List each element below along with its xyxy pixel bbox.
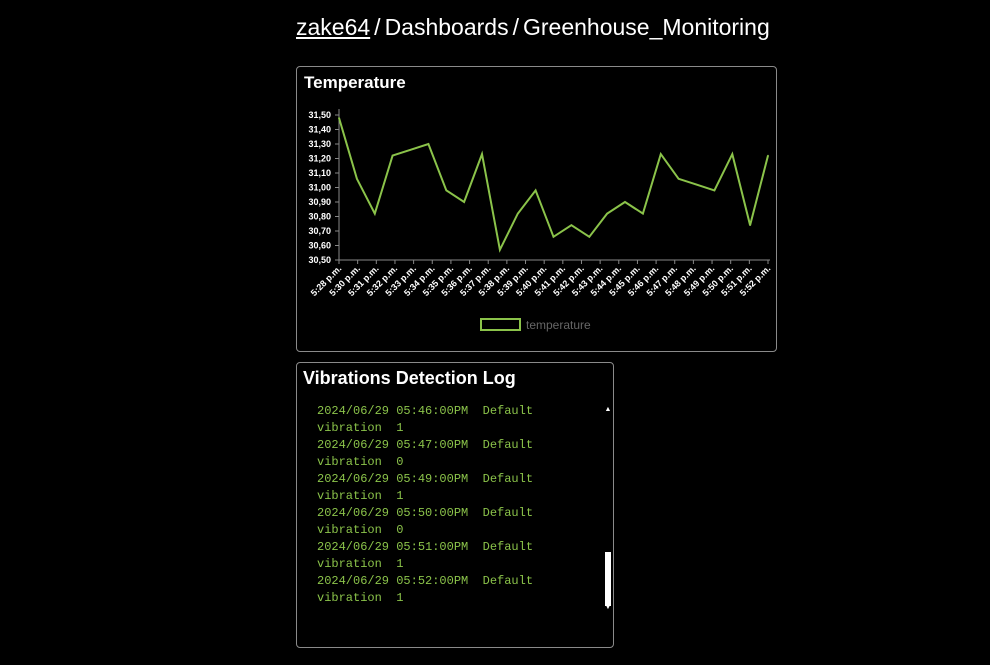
- log-line: vibration 0: [317, 523, 404, 537]
- breadcrumb: zake64/Dashboards / Greenhouse_Monitoring: [296, 12, 770, 42]
- breadcrumb-separator: /: [374, 14, 381, 40]
- log-line: 2024/06/29 05:51:00PM Default: [317, 540, 534, 554]
- data-point: [445, 189, 448, 192]
- y-tick-label: 31,00: [308, 183, 331, 193]
- data-point: [570, 224, 573, 226]
- vibration-log-panel: Vibrations Detection Log vibration 1 2024…: [296, 362, 614, 648]
- y-tick-label: 30,90: [308, 197, 331, 207]
- temperature-panel-title: Temperature: [304, 73, 406, 92]
- log-line: vibration 0: [317, 455, 404, 469]
- data-point: [481, 153, 483, 155]
- log-line: vibration 1: [317, 421, 404, 435]
- vibration-log[interactable]: vibration 1 2024/06/29 05:46:00PM Default…: [317, 397, 601, 617]
- y-tick-label: 31,50: [308, 110, 331, 120]
- scroll-thumb[interactable]: [605, 552, 611, 606]
- y-tick-label: 31,30: [308, 139, 331, 149]
- breadcrumb-separator: /: [512, 14, 519, 40]
- data-point: [677, 178, 680, 180]
- legend-swatch[interactable]: [480, 318, 521, 331]
- log-line: vibration 1: [317, 591, 404, 605]
- y-tick-label: 31,10: [308, 168, 331, 178]
- breadcrumb-dashboard: Greenhouse_Monitoring: [522, 14, 770, 40]
- log-line: 2024/06/29 05:47:00PM Default: [317, 438, 534, 452]
- log-line: vibration 1: [317, 557, 404, 571]
- scroll-up-arrow-icon[interactable]: ▲: [604, 406, 612, 414]
- temperature-chart: 30,50 30,60 30,70 30,80 30,90 31,00 31,10 31,20…: [308, 109, 772, 332]
- data-point: [749, 224, 751, 226]
- y-tick-label: 30,80: [308, 212, 331, 222]
- log-line: 2024/06/29 05:50:00PM Default: [317, 506, 534, 520]
- data-point: [713, 189, 716, 192]
- scroll-down-arrow-icon[interactable]: ▼: [604, 604, 612, 612]
- data-point: [427, 143, 430, 145]
- data-point: [534, 189, 537, 192]
- log-line: 2024/06/29 05:49:00PM Default: [317, 472, 534, 486]
- log-line: 2024/06/29 05:46:00PM Default: [317, 404, 534, 418]
- breadcrumb-section: Dashboards: [384, 14, 509, 40]
- log-line: vibration 1: [317, 489, 404, 503]
- temperature-panel: 30,50 30,60 30,70 30,80 30,90 31,00 31,10 31,20…: [296, 66, 777, 352]
- data-point: [624, 201, 626, 203]
- data-point: [642, 212, 644, 215]
- data-point: [767, 154, 769, 157]
- legend-label[interactable]: temperature: [526, 318, 591, 332]
- y-tick-label: 30,60: [308, 241, 331, 251]
- y-tick-label: 31,20: [308, 154, 331, 164]
- data-point: [516, 212, 519, 215]
- breadcrumb-user-link[interactable]: zake64: [296, 14, 370, 40]
- data-point: [499, 249, 501, 251]
- data-point: [338, 117, 340, 119]
- data-point: [695, 183, 698, 186]
- data-point: [391, 154, 394, 157]
- y-tick-label: 30,70: [308, 226, 331, 236]
- data-point: [356, 178, 358, 180]
- data-point: [659, 153, 662, 155]
- y-tick-label: 31,40: [308, 125, 331, 135]
- data-point: [731, 153, 734, 155]
- data-point: [409, 149, 412, 151]
- data-point: [552, 236, 555, 238]
- data-point: [373, 212, 376, 215]
- data-point: [588, 236, 591, 238]
- vibration-panel-title: Vibrations Detection Log: [303, 368, 516, 388]
- log-scrollbar[interactable]: ▲ ▼: [604, 406, 612, 612]
- data-point: [606, 212, 608, 215]
- log-line: 2024/06/29 05:52:00PM Default: [317, 574, 534, 588]
- y-tick-label: 30,50: [308, 255, 331, 265]
- temperature-series-line: [338, 117, 769, 253]
- data-point: [463, 201, 465, 203]
